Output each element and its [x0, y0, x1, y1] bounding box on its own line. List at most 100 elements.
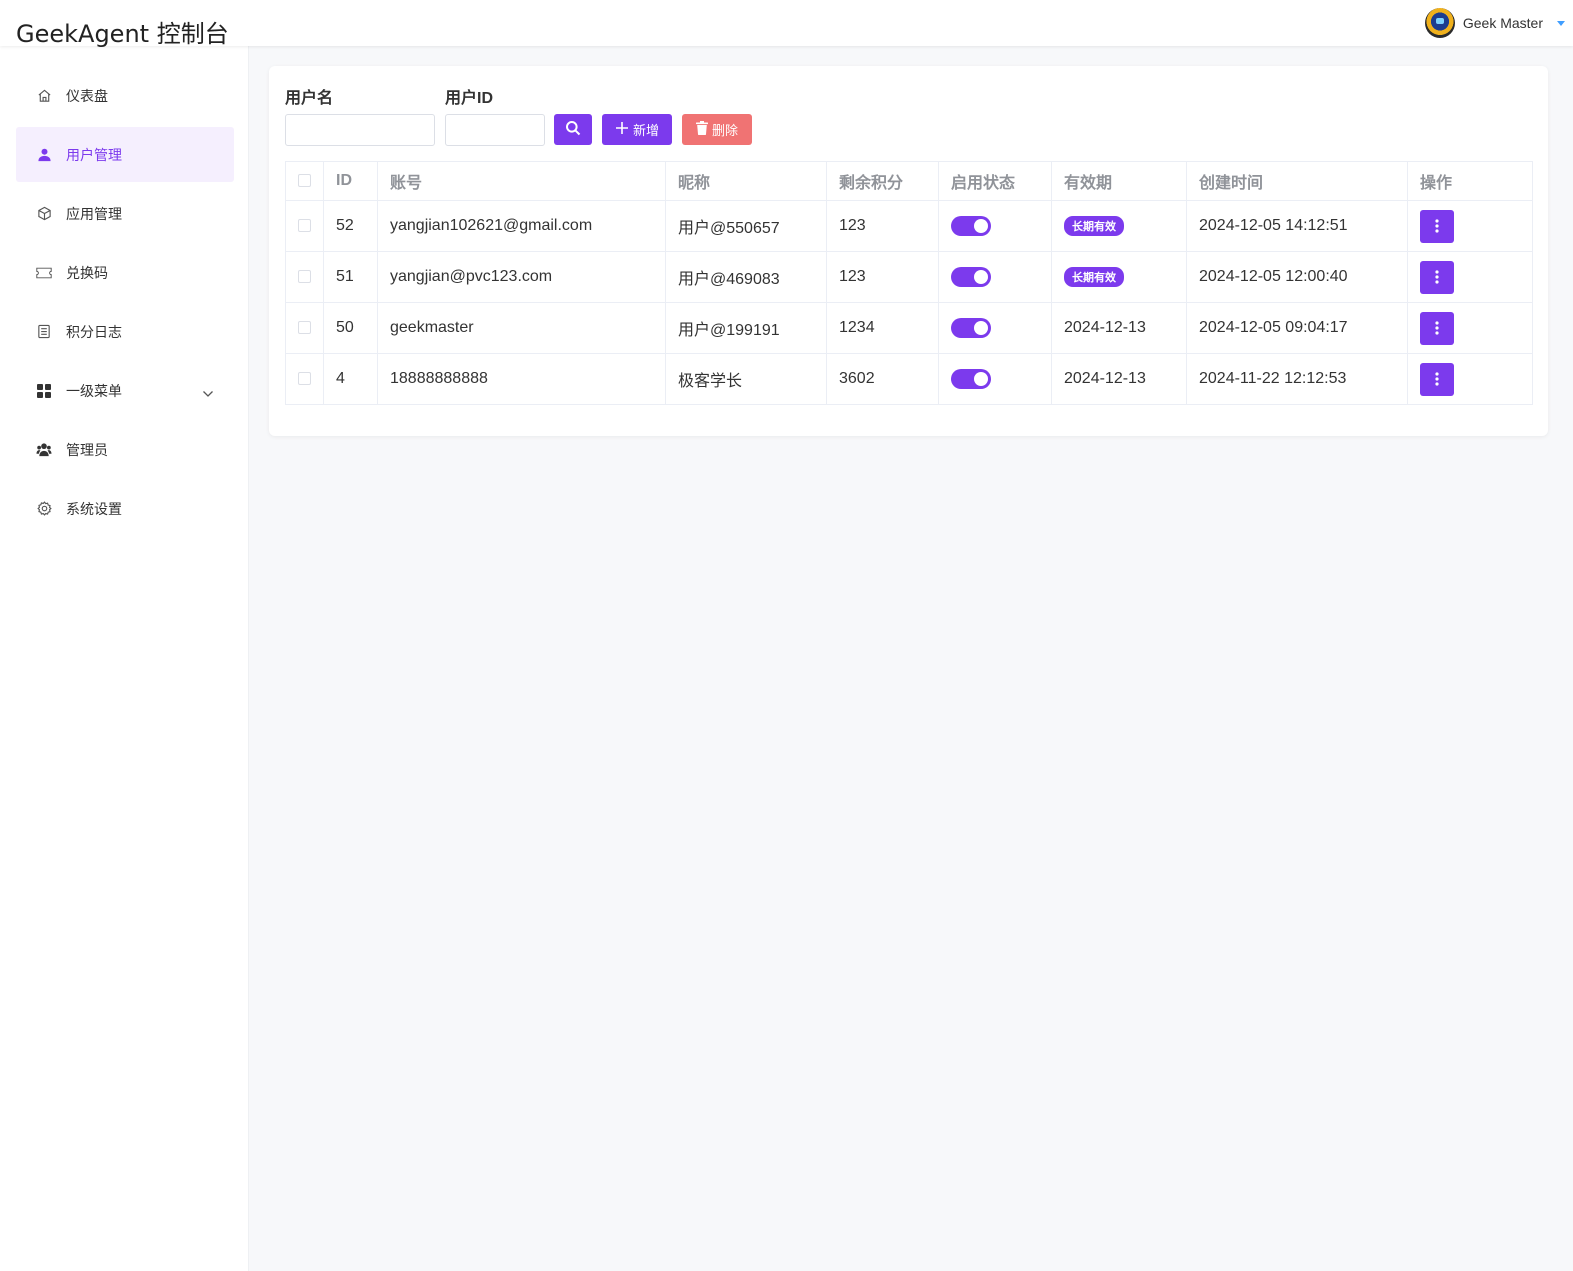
row-checkbox[interactable]	[298, 270, 311, 284]
caret-down-icon[interactable]	[1557, 20, 1565, 26]
id-cell: 52	[323, 200, 378, 252]
expiry-tag: 长期有效	[1064, 267, 1124, 287]
account-cell: yangjian@pvc123.com	[377, 251, 666, 303]
trash-icon	[695, 121, 708, 138]
row-select-cell	[285, 353, 324, 405]
id-cell: 4	[323, 353, 378, 405]
points-cell: 3602	[826, 353, 939, 405]
row-checkbox[interactable]	[298, 219, 311, 233]
home-icon	[36, 88, 52, 104]
log-icon	[36, 324, 52, 340]
enabled-toggle[interactable]	[951, 318, 991, 338]
action-cell	[1407, 200, 1533, 252]
sidebar-item-label: 应用管理	[66, 205, 122, 222]
sidebar-item-dashboard[interactable]: 仪表盘	[16, 68, 234, 123]
admin-icon	[36, 442, 52, 458]
sidebar-item-redeem-codes[interactable]: 兑换码	[16, 245, 234, 300]
user-table: ID 账号 昵称 剩余积分 启用状态 有效期 创建时间 操作 52 yangji…	[285, 161, 1533, 405]
plus-icon	[615, 121, 629, 138]
sidebar-item-level1-menu[interactable]: 一级菜单	[16, 363, 234, 418]
username-input[interactable]	[285, 114, 435, 146]
created-cell: 2024-12-05 12:00:40	[1186, 251, 1408, 303]
row-checkbox[interactable]	[298, 321, 311, 335]
username-label: 用户名	[285, 90, 334, 107]
sidebar-item-label: 管理员	[66, 441, 108, 458]
user-menu[interactable]: Geek Master	[1424, 8, 1565, 38]
more-vertical-icon	[1435, 219, 1439, 233]
top-header: GeekAgent 控制台 Geek Master	[0, 0, 1573, 48]
points-cell: 1234	[826, 302, 939, 354]
row-checkbox[interactable]	[298, 372, 311, 386]
action-cell	[1407, 251, 1533, 303]
sidebar-item-label: 系统设置	[66, 500, 122, 517]
sidebar-item-points-log[interactable]: 积分日志	[16, 304, 234, 359]
user-list-card: 用户名 用户ID 新增 删除 ID 账号 昵称 剩余积分 启用状态 有效期 创建…	[269, 66, 1548, 436]
created-cell: 2024-12-05 09:04:17	[1186, 302, 1408, 354]
column-header: 启用状态	[938, 161, 1052, 201]
nickname-cell: 极客学长	[665, 353, 827, 405]
chevron-down-icon[interactable]	[202, 385, 214, 401]
table-row: 50 geekmaster 用户@199191 1234 2024-12-13 …	[285, 302, 1533, 354]
row-select-cell	[285, 251, 324, 303]
userid-label: 用户ID	[445, 90, 494, 107]
points-cell: 123	[826, 200, 939, 252]
column-header: 操作	[1407, 161, 1533, 201]
sidebar-item-label: 积分日志	[66, 323, 122, 340]
nickname-cell: 用户@199191	[665, 302, 827, 354]
enabled-toggle[interactable]	[951, 369, 991, 389]
row-select-cell	[285, 200, 324, 252]
column-header: 账号	[377, 161, 666, 201]
table-row: 52 yangjian102621@gmail.com 用户@550657 12…	[285, 200, 1533, 252]
add-button-label: 新增	[632, 123, 659, 138]
sidebar-menu: 仪表盘 用户管理 应用管理 兑换码 积分日志 一级菜单 管理员 系统设置	[16, 68, 234, 540]
app-title: GeekAgent 控制台	[16, 20, 229, 48]
table-row: 51 yangjian@pvc123.com 用户@469083 123 长期有…	[285, 251, 1533, 303]
enabled-toggle[interactable]	[951, 216, 991, 236]
points-cell: 123	[826, 251, 939, 303]
column-header: 有效期	[1051, 161, 1187, 201]
account-cell: yangjian102621@gmail.com	[377, 200, 666, 252]
more-actions-button[interactable]	[1420, 311, 1454, 345]
expiry-cell: 长期有效	[1051, 251, 1187, 303]
id-cell: 50	[323, 302, 378, 354]
sidebar-item-label: 仪表盘	[66, 87, 108, 104]
nickname-cell: 用户@550657	[665, 200, 827, 252]
created-cell: 2024-11-22 12:12:53	[1186, 353, 1408, 405]
more-vertical-icon	[1435, 372, 1439, 386]
add-user-button[interactable]: 新增	[602, 114, 672, 145]
search-icon	[565, 120, 581, 139]
created-cell: 2024-12-05 14:12:51	[1186, 200, 1408, 252]
sidebar-item-admins[interactable]: 管理员	[16, 422, 234, 477]
user-name[interactable]: Geek Master	[1463, 15, 1543, 31]
expiry-cell: 长期有效	[1051, 200, 1187, 252]
more-actions-button[interactable]	[1420, 209, 1454, 243]
row-select-cell	[285, 302, 324, 354]
enabled-toggle[interactable]	[951, 267, 991, 287]
select-all-checkbox[interactable]	[298, 174, 311, 188]
table-row: 4 18888888888 极客学长 3602 2024-12-13 2024-…	[285, 353, 1533, 405]
grid-icon	[36, 383, 52, 399]
expiry-tag: 长期有效	[1064, 216, 1124, 236]
sidebar-item-label: 兑换码	[66, 264, 108, 281]
sidebar: 仪表盘 用户管理 应用管理 兑换码 积分日志 一级菜单 管理员 系统设置	[0, 46, 249, 1271]
column-header: ID	[323, 161, 378, 201]
sidebar-item-users[interactable]: 用户管理	[16, 127, 234, 182]
delete-button[interactable]: 删除	[682, 114, 752, 145]
column-header: 创建时间	[1186, 161, 1408, 201]
userid-input[interactable]	[445, 114, 545, 146]
more-actions-button[interactable]	[1420, 260, 1454, 294]
column-header: 昵称	[665, 161, 827, 201]
avatar[interactable]	[1424, 8, 1455, 38]
sidebar-item-label: 一级菜单	[66, 382, 122, 399]
more-actions-button[interactable]	[1420, 362, 1454, 396]
status-cell	[938, 200, 1052, 252]
expiry-cell: 2024-12-13	[1051, 353, 1187, 405]
expiry-cell: 2024-12-13	[1051, 302, 1187, 354]
more-vertical-icon	[1435, 270, 1439, 284]
search-button[interactable]	[554, 114, 592, 145]
sidebar-item-apps[interactable]: 应用管理	[16, 186, 234, 241]
delete-button-label: 删除	[711, 123, 738, 138]
sidebar-item-settings[interactable]: 系统设置	[16, 481, 234, 536]
ticket-icon	[36, 265, 52, 281]
action-cell	[1407, 353, 1533, 405]
